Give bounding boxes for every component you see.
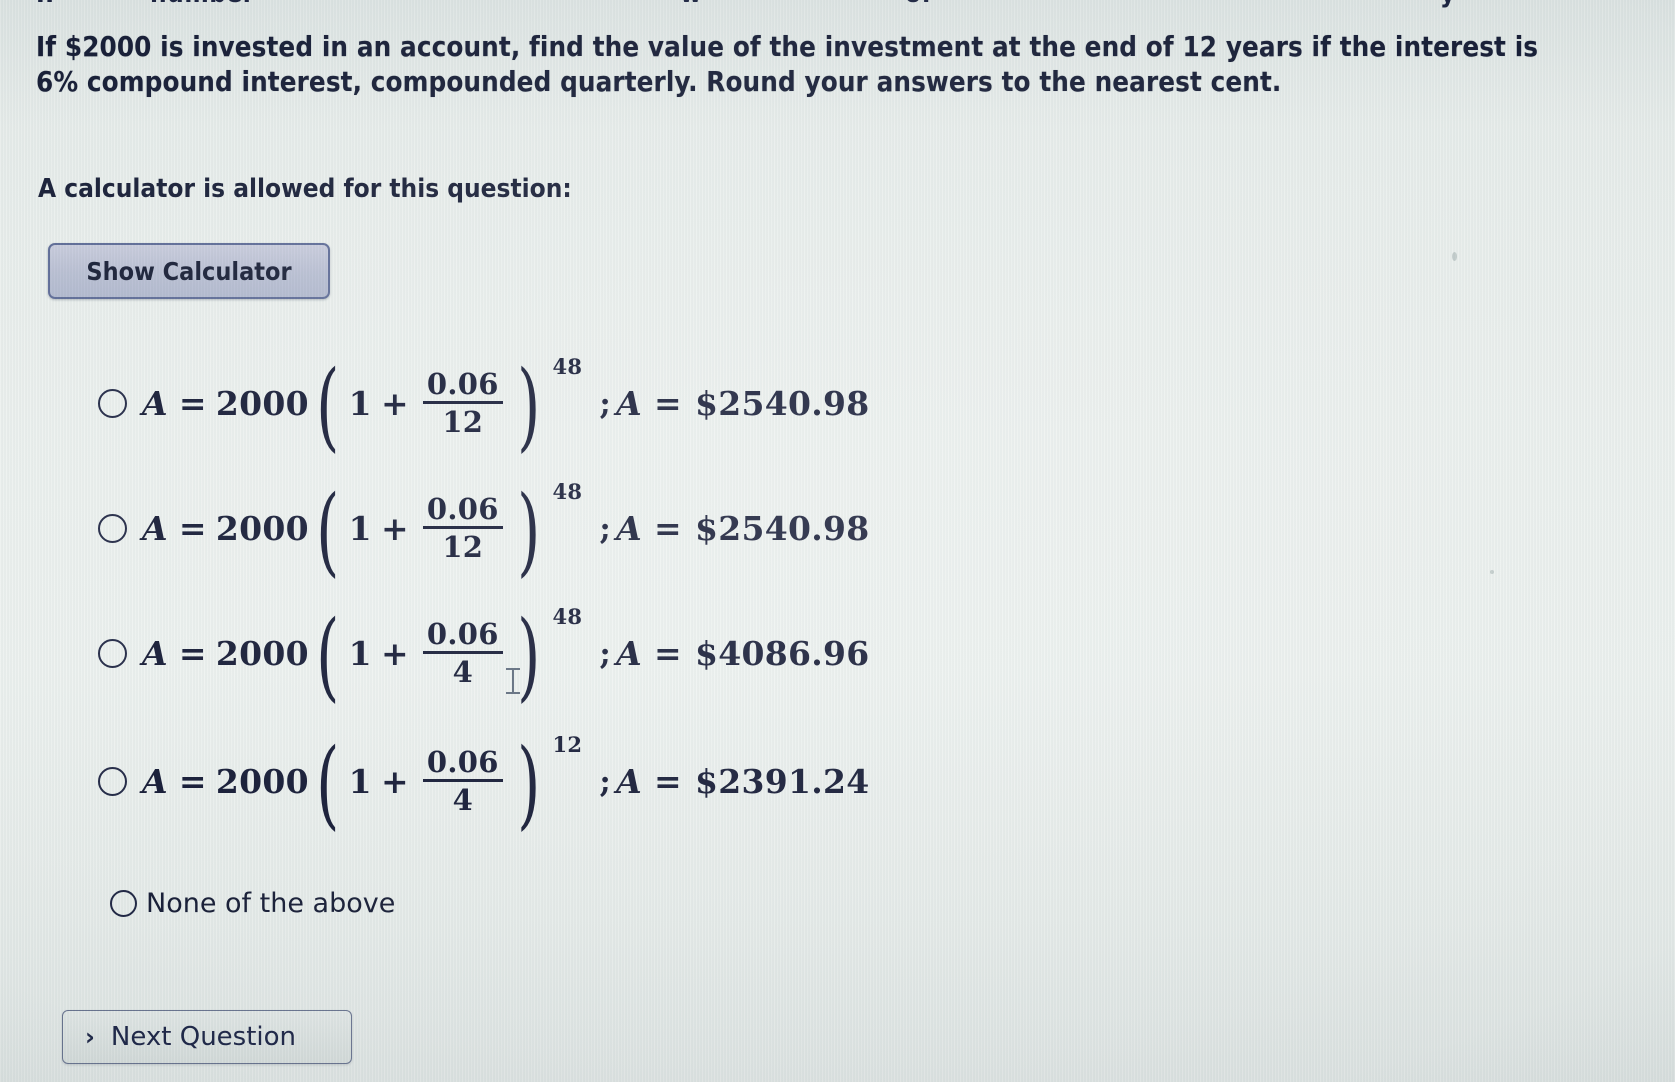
option-4-inner: 1 + 0.06 4 xyxy=(347,747,510,816)
calculator-allowed-note: A calculator is allowed for this questio… xyxy=(38,174,572,204)
quiz-question-page: IF number w of y If $2000 is invested in… xyxy=(0,0,1675,1082)
option-2-fraction: 0.06 12 xyxy=(418,494,508,562)
question-line1-pre: If xyxy=(36,31,65,63)
option-3-formula: A = 2000 ( 1 + 0.06 4 ) 48 ; A = $4086.9… xyxy=(142,599,870,712)
option-1-exponent: 48 xyxy=(552,354,583,379)
option-1-inner: 1 + 0.06 12 xyxy=(347,369,510,438)
answer-option-4[interactable]: A = 2000 ( 1 + 0.06 4 ) 12 ; A = $2391.2… xyxy=(98,727,870,840)
option-1-plus: + xyxy=(380,384,409,424)
option-4-numerator: 0.06 xyxy=(426,745,499,779)
next-question-label: Next Question xyxy=(110,1022,297,1052)
option-4-equals: = xyxy=(178,762,207,802)
option-1-result-A: A xyxy=(616,384,642,424)
cut-off-fragment-2: number xyxy=(150,0,255,9)
option-4-separator: ; xyxy=(599,763,612,800)
option-1-lhs-A: A xyxy=(142,384,168,424)
question-rate: 6% xyxy=(36,66,79,99)
radio-option-2[interactable] xyxy=(98,514,127,544)
option-2-formula: A = 2000 ( 1 + 0.06 12 ) 48 ; A = $2540.… xyxy=(142,474,870,587)
option-1-numerator: 0.06 xyxy=(426,367,499,401)
text-cursor-icon xyxy=(506,668,520,694)
option-4-formula: A = 2000 ( 1 + 0.06 4 ) 12 ; A = $2391.2… xyxy=(142,727,870,840)
option-4-denominator: 4 xyxy=(452,782,474,817)
option-2-result-value: $2540.98 xyxy=(694,509,870,549)
option-3-result-A: A xyxy=(616,634,642,674)
option-4-result-value: $2391.24 xyxy=(694,762,870,802)
radio-option-none[interactable] xyxy=(110,890,137,917)
cut-off-fragment-5: y xyxy=(1440,0,1456,9)
option-none-label: None of the above xyxy=(146,888,396,919)
option-3-result-value: $4086.96 xyxy=(694,634,870,674)
option-2-inner: 1 + 0.06 12 xyxy=(347,494,510,563)
option-2-principal: 2000 xyxy=(215,509,309,549)
option-4-exponent: 12 xyxy=(552,732,583,757)
option-4-lhs-A: A xyxy=(142,762,168,802)
option-2-separator: ; xyxy=(599,510,612,547)
question-line2-post: compound interest, compounded quarterly.… xyxy=(78,66,1282,99)
option-1-result-value: $2540.98 xyxy=(694,384,870,424)
question-line1-mid: is invested in an account, find the valu… xyxy=(151,31,1183,63)
answer-option-2[interactable]: A = 2000 ( 1 + 0.06 12 ) 48 ; A = $2540.… xyxy=(98,474,870,587)
option-4-fraction: 0.06 4 xyxy=(418,747,508,815)
option-3-result-equals: = xyxy=(653,634,682,674)
question-amount: $2000 xyxy=(64,31,152,63)
option-3-separator: ; xyxy=(599,635,612,672)
option-3-exponent: 48 xyxy=(552,604,583,629)
option-3-plus: + xyxy=(380,634,409,674)
option-4-plus: + xyxy=(380,762,409,802)
option-3-one: 1 xyxy=(348,634,372,674)
option-1-equals: = xyxy=(178,384,207,424)
cut-off-fragment-4: of xyxy=(905,0,932,9)
option-2-lhs-A: A xyxy=(142,509,168,549)
cut-off-fragment-3: w xyxy=(680,0,702,9)
screen-speck xyxy=(1452,252,1457,261)
option-3-denominator: 4 xyxy=(452,654,474,689)
option-2-exponent: 48 xyxy=(552,479,583,504)
question-line1-post: years if the interest is xyxy=(1217,31,1539,63)
show-calculator-button[interactable]: Show Calculator xyxy=(48,243,330,299)
answer-option-3[interactable]: A = 2000 ( 1 + 0.06 4 ) 48 ; A = $4086.9… xyxy=(98,599,870,712)
option-4-principal: 2000 xyxy=(215,762,309,802)
option-3-lhs-A: A xyxy=(142,634,168,674)
option-3-numerator: 0.06 xyxy=(426,617,499,651)
radio-option-3[interactable] xyxy=(98,639,127,669)
cut-off-fragment-1: IF xyxy=(36,0,62,9)
answer-option-1[interactable]: A = 2000 ( 1 + 0.06 12 ) 48 ; A = $2540.… xyxy=(98,349,870,462)
option-1-denominator: 12 xyxy=(442,404,484,439)
option-2-equals: = xyxy=(178,509,207,549)
option-3-equals: = xyxy=(178,634,207,674)
option-3-fraction: 0.06 4 xyxy=(418,619,508,687)
question-years: 12 xyxy=(1182,31,1218,63)
option-1-result-equals: = xyxy=(653,384,682,424)
option-4-one: 1 xyxy=(348,762,372,802)
option-2-result-equals: = xyxy=(653,509,682,549)
screen-speck xyxy=(1490,570,1494,574)
option-2-numerator: 0.06 xyxy=(426,492,499,526)
option-4-result-A: A xyxy=(616,762,642,802)
option-1-formula: A = 2000 ( 1 + 0.06 12 ) 48 ; A = $2540.… xyxy=(142,349,870,462)
option-2-result-A: A xyxy=(616,509,642,549)
option-1-fraction: 0.06 12 xyxy=(418,369,508,437)
radio-option-1[interactable] xyxy=(98,389,127,419)
option-1-principal: 2000 xyxy=(215,384,309,424)
question-text: If $2000 is invested in an account, find… xyxy=(36,30,1636,100)
option-2-plus: + xyxy=(380,509,409,549)
option-1-separator: ; xyxy=(599,385,612,422)
chevron-right-icon: › xyxy=(85,1023,95,1051)
answer-option-none[interactable]: None of the above xyxy=(110,888,395,919)
option-4-result-equals: = xyxy=(653,762,682,802)
option-3-inner: 1 + 0.06 4 xyxy=(347,619,510,688)
option-2-one: 1 xyxy=(348,509,372,549)
show-calculator-label: Show Calculator xyxy=(86,256,292,286)
cut-off-header-row: IF number w of y xyxy=(0,0,1675,18)
option-1-one: 1 xyxy=(348,384,372,424)
radio-option-4[interactable] xyxy=(98,767,127,797)
option-3-principal: 2000 xyxy=(215,634,309,674)
next-question-button[interactable]: › Next Question xyxy=(62,1010,352,1064)
option-2-denominator: 12 xyxy=(442,529,484,564)
